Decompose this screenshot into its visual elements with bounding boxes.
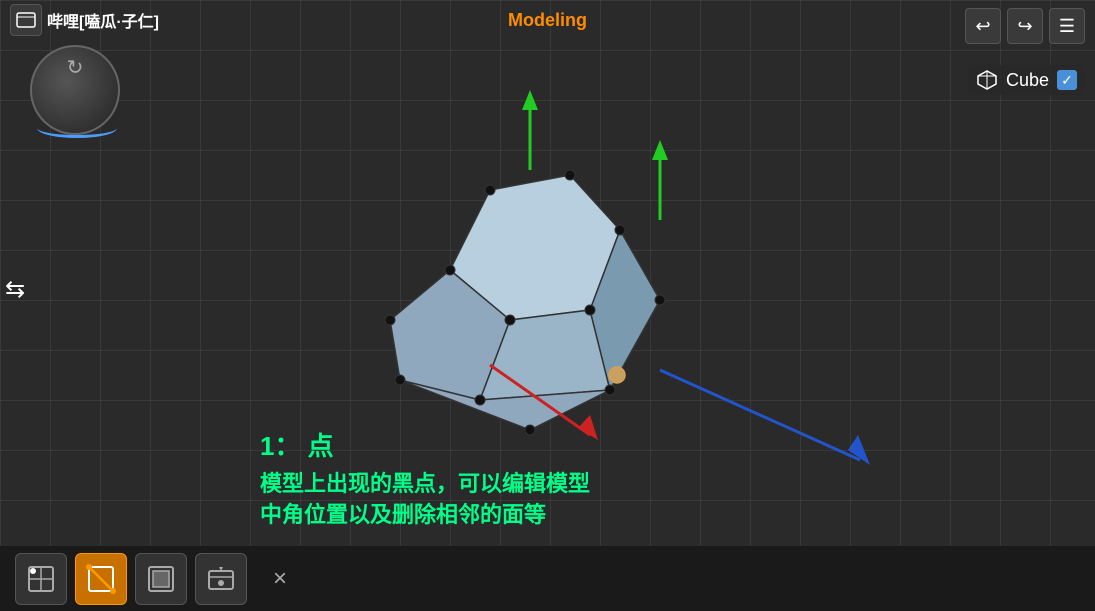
bottom-toolbar: × xyxy=(0,546,1095,611)
object-checkbox[interactable]: ✓ xyxy=(1057,70,1077,90)
logo-icon[interactable] xyxy=(10,4,42,36)
blue-arc xyxy=(37,118,117,138)
page-title: Modeling xyxy=(508,10,587,31)
top-right-controls: ↩ ↪ ☰ xyxy=(965,8,1085,44)
annotation-title: 1： 点 xyxy=(260,426,590,463)
rotation-circle[interactable]: ↻ xyxy=(30,45,120,135)
topbar: 哔哩[嗑瓜·子仁] Modeling xyxy=(0,0,1095,40)
viewport: 哔哩[嗑瓜·子仁] Modeling ↩ ↪ ☰ Cube ✓ ↻ xyxy=(0,0,1095,611)
annotation-body: 模型上出现的黑点，可以编辑模型中角位置以及删除相邻的面等 xyxy=(260,469,590,531)
redo-button[interactable]: ↪ xyxy=(1007,8,1043,44)
header-left: 哔哩[嗑瓜·子仁] xyxy=(10,4,159,36)
rotation-arrow-icon: ↻ xyxy=(67,55,84,80)
left-panel-toggle[interactable]: ⇆ xyxy=(5,275,25,304)
face-mode-button[interactable] xyxy=(135,553,187,605)
object-mode-button[interactable] xyxy=(195,553,247,605)
cube-icon xyxy=(976,69,998,91)
vertex-mode-button[interactable] xyxy=(15,553,67,605)
object-panel: Cube ✓ xyxy=(968,65,1085,95)
annotation-overlay: 1： 点 模型上出现的黑点，可以编辑模型中角位置以及删除相邻的面等 xyxy=(260,426,590,531)
close-button[interactable]: × xyxy=(260,559,300,599)
menu-button[interactable]: ☰ xyxy=(1049,8,1085,44)
rotation-widget[interactable]: ↻ xyxy=(30,45,130,145)
undo-button[interactable]: ↩ xyxy=(965,8,1001,44)
edge-mode-button[interactable] xyxy=(75,553,127,605)
header-title: 哔哩[嗑瓜·子仁] xyxy=(47,8,159,32)
object-name: Cube xyxy=(1006,70,1049,91)
